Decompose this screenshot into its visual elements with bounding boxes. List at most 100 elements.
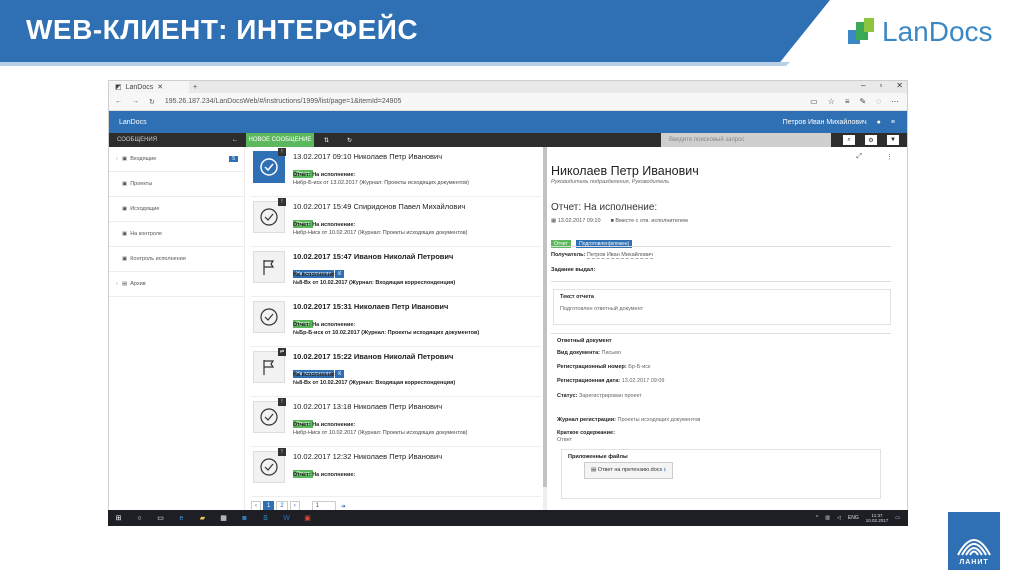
list-item[interactable]: 10.02.2017 15:31 Николаев Петр Иванович … (251, 297, 541, 347)
forward-icon[interactable]: → (132, 98, 139, 105)
skype-icon[interactable]: S (255, 515, 276, 522)
attachment-file-button[interactable]: ▤ Ответ на претензию.docx ⭳ (584, 462, 673, 479)
message-ref[interactable]: Нибр-Ниск от 10.02.2017 (Журнал: Проекты… (293, 430, 468, 436)
new-tab-icon[interactable]: + (193, 84, 197, 91)
message-ref[interactable]: №8-Вх от 10.02.2017 (Журнал: Входящая ко… (293, 280, 455, 286)
sidebar-item-label: Исходящие (130, 206, 160, 212)
notifications-icon[interactable]: ▭ (895, 515, 900, 521)
clock[interactable]: 11:37 10.02.2017 (866, 513, 889, 523)
report-text-box: Текст отчета Подготовлен ответный докуме… (553, 289, 891, 325)
message-ref[interactable]: №8-Вх от 10.02.2017 (Журнал: Входящая ко… (293, 380, 455, 386)
list-item[interactable]: ! 13.02.2017 09:10 Николаев Петр Иванови… (251, 147, 541, 197)
message-title: 13.02.2017 09:10 Николаев Петр Иванович (293, 152, 443, 161)
back-arrow-button[interactable]: ← (224, 133, 246, 147)
check-circle-icon[interactable] (253, 301, 285, 333)
browser-actions: ▭ ☆ ≡ ✎ ◌ ⋯ (810, 97, 899, 106)
network-icon[interactable]: ▥ (825, 515, 830, 521)
back-icon[interactable]: ← (115, 98, 122, 105)
minimize-icon[interactable]: – (861, 81, 865, 90)
share-icon[interactable]: ◌ (876, 97, 881, 106)
expand-icon[interactable]: ⤢ (856, 153, 862, 161)
app-title[interactable]: LanDocs (119, 119, 147, 126)
close-window-icon[interactable]: ✕ (896, 81, 903, 90)
reading-view-icon[interactable]: ▭ (810, 97, 818, 106)
sidebar-item-outgoing[interactable]: ▣ Исходящие (109, 197, 244, 222)
attachments-box: Приложенные файлы ▤ Ответ на претензию.d… (561, 449, 881, 499)
filter-icon[interactable]: ▼ (887, 135, 899, 145)
control-badge: К (335, 370, 345, 378)
sidebar-item-control[interactable]: ▣ На контроле (109, 222, 244, 247)
detail-tools: ⤢ ⋮ (856, 153, 893, 161)
list-scrollbar-thumb[interactable] (543, 147, 547, 487)
user-name[interactable]: Петров Иван Михайлович (783, 119, 867, 126)
status-field: Статус: Зарегистрирован проект (557, 393, 642, 399)
list-item[interactable]: ! 10.02.2017 15:49 Спиридонов Павел Миха… (251, 197, 541, 247)
folder-icon: ▣ (122, 181, 128, 187)
sidebar-item-archive[interactable]: › ▤ Архив (109, 272, 244, 297)
maximize-icon[interactable]: ▫ (879, 81, 882, 90)
message-title: 10.02.2017 12:32 Николаев Петр Иванович (293, 452, 443, 461)
outlook-icon[interactable]: ◙ (234, 515, 255, 522)
search-taskbar-icon[interactable]: ○ (129, 515, 150, 522)
url-field[interactable]: 195.26.187.234/LanDocsWeb/#/instructions… (165, 98, 401, 105)
notes-icon[interactable]: ✎ (860, 97, 867, 106)
message-ref[interactable]: №Бр-Б-иск от 10.02.2017 (Журнал: Проекты… (293, 330, 479, 336)
favorite-icon[interactable]: ☆ (828, 97, 835, 106)
start-icon[interactable]: ⊞ (108, 514, 129, 522)
new-message-button[interactable]: НОВОЕ СООБЩЕНИЕ (246, 133, 314, 147)
list-item[interactable]: ! 10.02.2017 12:32 Николаев Петр Иванови… (251, 447, 541, 497)
settings-icon[interactable]: ⚙ (865, 135, 877, 145)
message-ref[interactable]: Нибр-Б-иск от 13.02.2017 (Журнал: Проект… (293, 180, 469, 186)
sidebar: › ▣ Входящие 5 ▣ Проекты ▣ Исходящие ▣ Н… (109, 147, 245, 524)
store-icon[interactable]: ▦ (213, 514, 234, 522)
word-icon[interactable]: W (276, 515, 297, 522)
explorer-icon[interactable]: ▰ (192, 514, 213, 522)
control-badge: К (335, 270, 345, 278)
divider (551, 333, 891, 334)
windows-taskbar: ⊞ ○ ▭ e ▰ ▦ ◙ S W ▣ ^ ▥ ◁ ENG 11:37 10.0… (108, 510, 908, 526)
browser-tab[interactable]: ◩ LanDocs ✕ (109, 81, 189, 93)
list-item[interactable]: 10.02.2017 15:47 Иванов Николай Петрович… (251, 247, 541, 297)
landocs-logo-icon (848, 18, 876, 46)
more-icon[interactable]: ⋯ (891, 97, 899, 106)
report-date: 13.02.2017 09:10 (557, 218, 601, 224)
menu-icon[interactable]: ≡ (891, 119, 895, 126)
hub-icon[interactable]: ≡ (845, 97, 850, 106)
refresh-icon[interactable]: ↻ (149, 98, 155, 106)
sort-icon[interactable]: ⇅ (324, 137, 329, 144)
tray-arrow-icon[interactable]: ^ (816, 515, 818, 521)
close-icon[interactable]: ✕ (157, 83, 163, 91)
attachment-file-name: Ответ на претензию.docx (597, 467, 663, 473)
search-icon[interactable]: ⌕ (843, 135, 855, 145)
more-vertical-icon[interactable]: ⋮ (886, 153, 893, 161)
message-ref[interactable]: Нибр-Ниск от 10.02.2017 (Журнал: Проекты… (293, 230, 468, 236)
report-title: Отчет: На исполнение: (551, 202, 658, 213)
list-scrollbar[interactable] (543, 147, 547, 524)
sidebar-item-label: Архив (130, 281, 146, 287)
sidebar-item-projects[interactable]: ▣ Проекты (109, 172, 244, 197)
recipient-name[interactable]: Петров Иван Михайлович (586, 252, 653, 259)
refresh-list-icon[interactable]: ↻ (347, 137, 352, 144)
folder-icon: ▣ (122, 206, 128, 212)
folder-icon: ▣ (122, 156, 128, 162)
reg-date-field: Регистрационная дата: 13.02.2017 09:09 (557, 378, 665, 384)
list-item[interactable]: ⇄ 10.02.2017 15:22 Иванов Николай Петров… (251, 347, 541, 397)
pdf-icon[interactable]: ▣ (297, 514, 318, 522)
download-icon[interactable]: ⭳ (664, 467, 666, 473)
language-indicator[interactable]: ENG (848, 515, 859, 521)
app-header: LanDocs Петров Иван Михайлович ● ≡ (109, 111, 907, 133)
system-tray: ^ ▥ ◁ ENG 11:37 10.02.2017 ▭ (816, 513, 900, 523)
volume-icon[interactable]: ◁ (837, 515, 841, 521)
recipient-label: Получатель: (551, 252, 586, 258)
recipient-row: Получатель: Петров Иван Михайлович (551, 252, 653, 259)
report-stage: Вместе с отв. исполнителем (615, 218, 688, 224)
sidebar-item-execution-control[interactable]: ▣ Контроль исполнения (109, 247, 244, 272)
slide-title: WEB-КЛИЕНТ: ИНТЕРФЕЙС (26, 14, 419, 45)
task-view-icon[interactable]: ▭ (150, 514, 171, 522)
bell-icon[interactable]: ● (877, 119, 881, 126)
search-input[interactable]: Введите поисковый запрос (661, 133, 831, 147)
flag-icon[interactable] (253, 251, 285, 283)
edge-icon[interactable]: e (171, 515, 192, 522)
list-item[interactable]: ! 10.02.2017 13:18 Николаев Петр Иванови… (251, 397, 541, 447)
sidebar-item-inbox[interactable]: › ▣ Входящие 5 (109, 147, 244, 172)
